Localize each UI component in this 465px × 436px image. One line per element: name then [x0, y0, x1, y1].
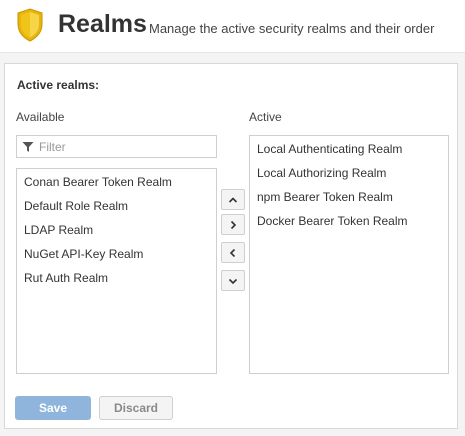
available-label: Available: [16, 110, 65, 124]
discard-button[interactable]: Discard: [99, 396, 173, 420]
list-item[interactable]: Docker Bearer Token Realm: [250, 209, 448, 233]
list-item[interactable]: npm Bearer Token Realm: [250, 185, 448, 209]
list-item[interactable]: NuGet API-Key Realm: [17, 242, 216, 266]
list-item[interactable]: Conan Bearer Token Realm: [17, 170, 216, 194]
active-list[interactable]: Local Authenticating Realm Local Authori…: [249, 135, 449, 374]
chevron-right-icon: [230, 220, 237, 229]
list-item[interactable]: LDAP Realm: [17, 218, 216, 242]
move-up-button[interactable]: [221, 189, 245, 210]
list-item[interactable]: Rut Auth Realm: [17, 266, 216, 290]
move-left-button[interactable]: [221, 242, 245, 263]
chevron-down-icon: [228, 278, 238, 284]
filter-icon: [22, 142, 34, 152]
realms-panel: Active realms: Available Active Conan Be…: [4, 63, 458, 429]
shield-icon: [17, 8, 43, 42]
active-label: Active: [249, 110, 282, 124]
save-button[interactable]: Save: [15, 396, 91, 420]
filter-input[interactable]: [39, 138, 209, 155]
page-title: Realms: [58, 10, 147, 38]
filter-field[interactable]: [16, 135, 217, 158]
list-item[interactable]: Default Role Realm: [17, 194, 216, 218]
list-item[interactable]: Local Authorizing Realm: [250, 161, 448, 185]
chevron-up-icon: [228, 196, 238, 203]
chevron-left-icon: [229, 248, 236, 257]
list-item[interactable]: Local Authenticating Realm: [250, 137, 448, 161]
section-title: Active realms:: [17, 78, 100, 92]
page-header: Realms Manage the active security realms…: [0, 0, 465, 53]
page-subtitle: Manage the active security realms and th…: [149, 21, 435, 36]
available-list[interactable]: Conan Bearer Token Realm Default Role Re…: [16, 168, 217, 374]
move-right-button[interactable]: [221, 214, 245, 235]
move-down-button[interactable]: [221, 270, 245, 291]
